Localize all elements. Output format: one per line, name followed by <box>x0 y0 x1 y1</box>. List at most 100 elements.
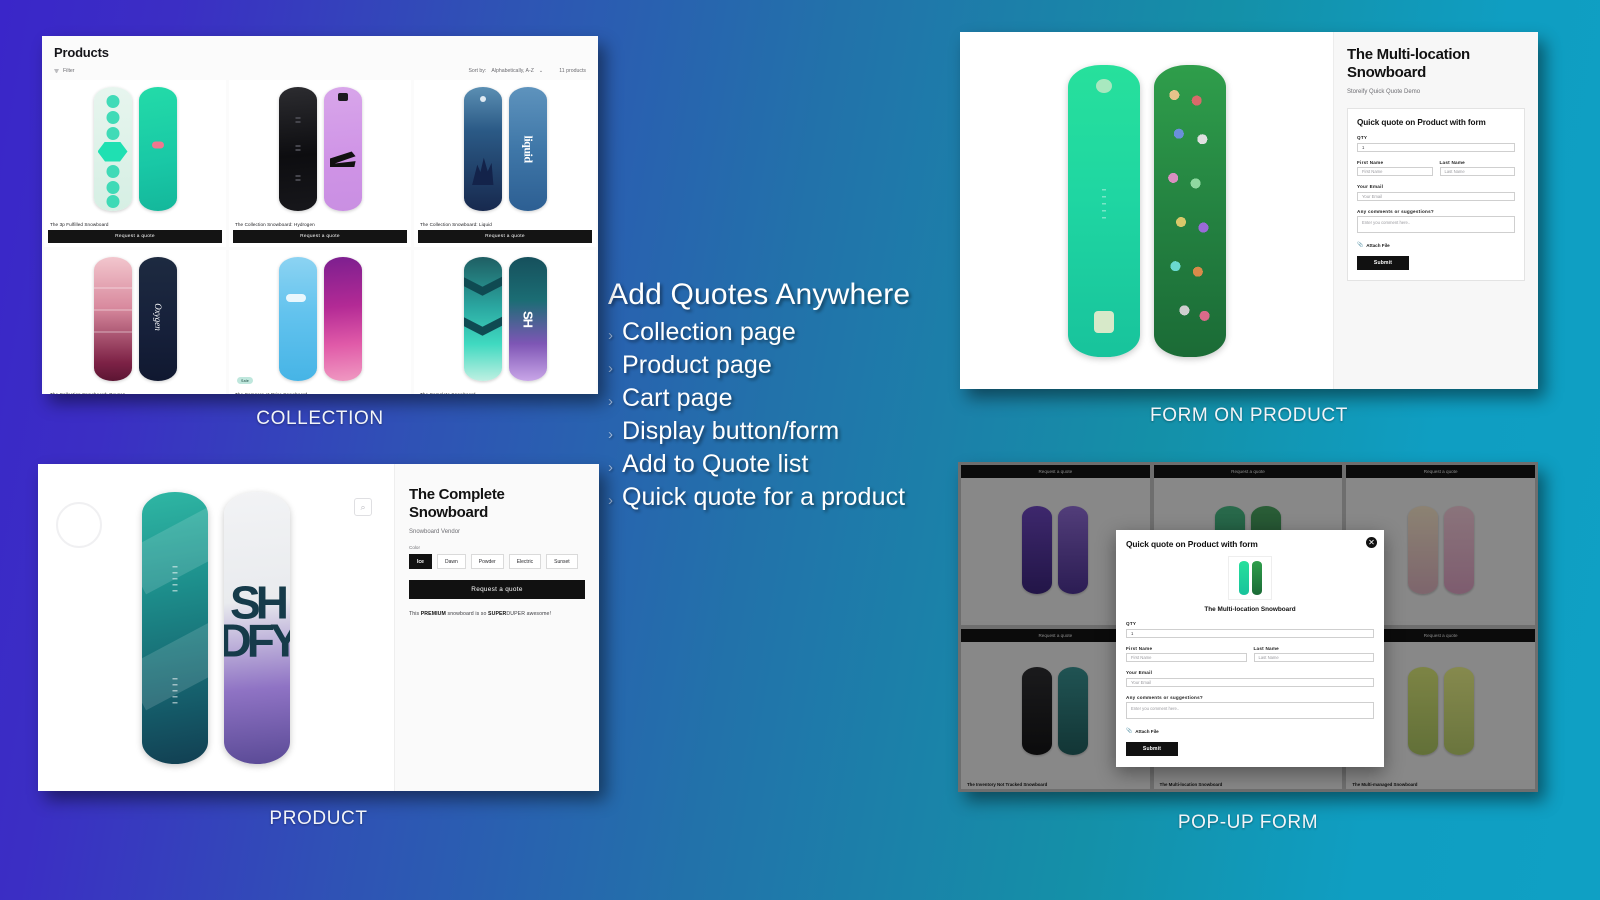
qty-field: QTY 1 <box>1357 135 1515 152</box>
product-name: The Inventory Not Tracked Snowboard <box>967 782 1048 787</box>
popup-form-screenshot: Request a quote Request a quote Request … <box>958 462 1538 792</box>
email-field: Your Email Your Email <box>1126 670 1374 687</box>
color-swatch-sunset[interactable]: Sunset <box>546 554 578 570</box>
zoom-icon[interactable]: ⌕ <box>354 498 372 516</box>
last-name-input[interactable]: Last Name <box>1439 167 1515 177</box>
snowboard-art <box>1407 505 1438 594</box>
sort-control[interactable]: Sort by: Alphabetically, A-Z ⌄ <box>468 68 543 74</box>
email-field: Your Email Your Email <box>1357 184 1515 201</box>
product-card[interactable]: The 3p Fulfilled Snowboard Request a quo… <box>44 80 226 247</box>
color-swatch-dawn[interactable]: Dawn <box>436 554 466 570</box>
product-name: The 3p Fulfilled Snowboard <box>50 222 109 227</box>
comments-textarea[interactable]: Enter you comment here.. <box>1126 702 1374 719</box>
form-on-product-screenshot: The Multi-location Snowboard Storeify Qu… <box>960 32 1538 389</box>
product-grid: The 3p Fulfilled Snowboard Request a quo… <box>42 80 598 394</box>
caption-collection: COLLECTION <box>256 408 384 429</box>
product-name: The Multi-location Snowboard <box>1159 782 1223 787</box>
close-icon[interactable]: ✕ <box>1366 537 1377 548</box>
snowboard-art <box>1443 505 1474 594</box>
snowboard-art <box>1153 64 1226 357</box>
product-title: The Complete Snowboard <box>409 486 505 521</box>
product-image: liquid <box>414 80 596 218</box>
color-swatch-ice[interactable]: Ice <box>409 554 432 570</box>
chevron-right-icon: › <box>608 492 613 509</box>
request-quote-button[interactable]: Request a quote <box>233 230 407 243</box>
collection-title: Products <box>54 45 109 60</box>
list-item-label: Cart page <box>622 384 733 412</box>
attach-file-control[interactable]: 📎 Attach File <box>1126 728 1374 734</box>
first-name-field: First Name First Name <box>1126 646 1247 662</box>
sort-label: Sort by: <box>468 68 487 74</box>
attach-file-control[interactable]: 📎 Attach File <box>1357 242 1515 248</box>
color-swatch-powder[interactable]: Powder <box>470 554 504 570</box>
product-name: The Multi-managed Snowboard <box>1352 782 1418 787</box>
snowboard-art <box>138 87 177 211</box>
comments-textarea[interactable]: Enter you comment here.. <box>1357 216 1515 234</box>
first-name-input[interactable]: First Name <box>1357 167 1433 177</box>
snowboard-art <box>1022 667 1053 755</box>
list-item-label: Product page <box>622 351 772 379</box>
snowboard-art <box>1022 505 1053 594</box>
first-name-input[interactable]: First Name <box>1126 653 1247 662</box>
filter-label: Filter <box>63 68 75 74</box>
request-quote-button[interactable]: Request a quote <box>48 230 222 243</box>
list-item: › Quick quote for a product <box>608 483 968 512</box>
snowboard-art <box>1443 667 1474 755</box>
chevron-right-icon: › <box>608 360 613 377</box>
comments-field: Any comments or suggestions? Enter you c… <box>1357 209 1515 234</box>
page-title: Add Quotes Anywhere <box>608 278 911 311</box>
caption-product: PRODUCT <box>269 808 368 829</box>
product-card[interactable]: Sale The Compare at Price Snowboard Requ… <box>229 250 411 394</box>
product-card[interactable]: SH The Complete Snowboard Request a quot… <box>414 250 596 394</box>
email-input[interactable]: Your Email <box>1126 677 1374 687</box>
chevron-down-icon: ⌄ <box>538 68 544 74</box>
last-name-input[interactable]: Last Name <box>1253 653 1374 662</box>
product-vendor: Snowboard Vendor <box>409 529 461 536</box>
submit-button[interactable]: Submit <box>1357 256 1409 271</box>
request-quote-button[interactable]: Request a quote <box>409 580 585 600</box>
product-image: Sale <box>229 250 411 388</box>
filter-control[interactable]: Filter <box>54 68 75 74</box>
form-title: Quick quote on Product with form <box>1357 118 1486 128</box>
sale-badge: Sale <box>237 377 253 384</box>
list-item: › Collection page <box>608 318 968 347</box>
quick-quote-modal: ✕ Quick quote on Product with form The M… <box>1116 530 1384 767</box>
caption-form-on-product: FORM ON PRODUCT <box>1150 405 1348 426</box>
first-name-field: First Name First Name <box>1357 160 1433 177</box>
snowboard-art <box>142 491 208 764</box>
last-name-field: Last Name Last Name <box>1253 646 1374 662</box>
request-quote-button[interactable]: Request a quote <box>1153 465 1343 478</box>
list-item: › Add to Quote list <box>608 450 968 479</box>
snowboard-art <box>278 257 317 381</box>
request-quote-button[interactable]: Request a quote <box>961 465 1150 478</box>
attach-file-label: Attach File <box>1135 728 1159 734</box>
product-card[interactable]: liquid The Collection Snowboard: Liquid … <box>414 80 596 247</box>
email-label: Your Email <box>1357 184 1384 190</box>
request-quote-button[interactable]: Request a quote <box>418 230 592 243</box>
qty-input[interactable]: 1 <box>1126 628 1374 638</box>
product-card[interactable]: The Collection Snowboard: Hydrogen Reque… <box>229 80 411 247</box>
qty-input[interactable]: 1 <box>1357 142 1515 152</box>
product-vendor: Storeify Quick Quote Demo <box>1347 89 1421 96</box>
chevron-right-icon: › <box>608 459 613 476</box>
product-info-panel: The Multi-location Snowboard Storeify Qu… <box>1333 32 1538 389</box>
list-item: › Cart page <box>608 384 968 413</box>
comments-label: Any comments or suggestions? <box>1126 694 1203 700</box>
qty-label: QTY <box>1126 621 1137 626</box>
collection-screenshot: Products Filter Sort by: Alphabetically,… <box>42 36 598 394</box>
chevron-right-icon: › <box>608 393 613 410</box>
desc-post: DUPER awesome! <box>506 611 552 618</box>
product-card[interactable]: Oxygen The Collection Snowboard: Oxygen … <box>44 250 226 394</box>
modal-title: Quick quote on Product with form <box>1126 539 1258 549</box>
color-swatch-electric[interactable]: Electric <box>508 554 542 570</box>
product-title: The Multi-location Snowboard <box>1347 46 1470 81</box>
snowboard-art: Oxygen <box>138 257 177 381</box>
request-quote-button[interactable]: Request a quote <box>1346 465 1535 478</box>
product-count: 11 products <box>559 68 586 74</box>
email-input[interactable]: Your Email <box>1357 191 1515 201</box>
submit-button[interactable]: Submit <box>1126 742 1178 756</box>
attach-file-label: Attach File <box>1366 242 1390 248</box>
paperclip-icon: 📎 <box>1126 728 1133 734</box>
snowboard-art <box>1251 561 1262 595</box>
sort-value: Alphabetically, A-Z <box>491 68 534 74</box>
